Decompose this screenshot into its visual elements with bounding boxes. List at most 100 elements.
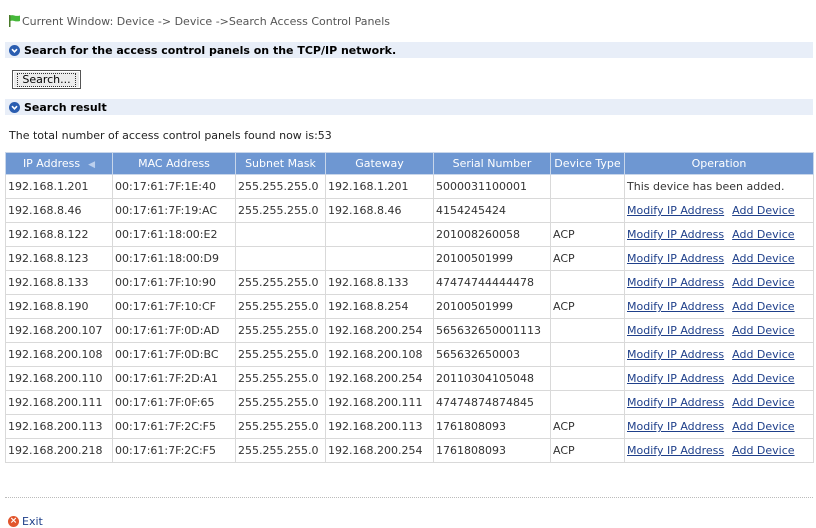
exit-link[interactable]: × Exit bbox=[8, 515, 43, 528]
table-row: 192.168.200.113 00:17:61:7F:2C:F5 255.255.… bbox=[5, 414, 814, 439]
cell-gateway: 192.168.200.254 bbox=[325, 438, 434, 463]
cell-mac: 00:17:61:7F:2D:A1 bbox=[112, 366, 236, 391]
modify-ip-link[interactable]: Modify IP Address bbox=[627, 444, 724, 457]
col-header-ip[interactable]: IP Address ◀ bbox=[5, 152, 113, 175]
add-device-link[interactable]: Add Device bbox=[732, 300, 794, 313]
cell-operation: Modify IP Address Add Device bbox=[624, 366, 814, 391]
cell-mask: 255.255.255.0 bbox=[235, 294, 326, 319]
chevron-down-circle-icon bbox=[9, 44, 20, 56]
cell-serial: 20110304105048 bbox=[433, 366, 551, 391]
table-row: 192.168.200.218 00:17:61:7F:2C:F5 255.255.… bbox=[5, 438, 814, 463]
cell-mac: 00:17:61:7F:10:CF bbox=[112, 294, 236, 319]
cell-operation: Modify IP Address Add Device bbox=[624, 246, 814, 271]
cell-mask: 255.255.255.0 bbox=[235, 342, 326, 367]
cell-ip: 192.168.8.122 bbox=[5, 222, 113, 247]
cell-ip: 192.168.200.111 bbox=[5, 390, 113, 415]
cell-mask: 255.255.255.0 bbox=[235, 414, 326, 439]
table-row: 192.168.200.107 00:17:61:7F:0D:AD 255.255.… bbox=[5, 318, 814, 343]
modify-ip-link[interactable]: Modify IP Address bbox=[627, 204, 724, 217]
search-button[interactable]: Search... bbox=[12, 70, 81, 89]
cell-device-type: ACP bbox=[550, 294, 625, 319]
cell-gateway: 192.168.200.113 bbox=[325, 414, 434, 439]
cell-mac: 00:17:61:7F:2C:F5 bbox=[112, 414, 236, 439]
add-device-link[interactable]: Add Device bbox=[732, 348, 794, 361]
add-device-link[interactable]: Add Device bbox=[732, 228, 794, 241]
cell-operation: This device has been added. bbox=[624, 174, 814, 199]
col-header-type[interactable]: Device Type bbox=[550, 152, 625, 175]
cell-mask bbox=[235, 222, 326, 247]
cell-serial: 5000031100001 bbox=[433, 174, 551, 199]
flag-icon bbox=[9, 15, 20, 27]
modify-ip-link[interactable]: Modify IP Address bbox=[627, 348, 724, 361]
modify-ip-link[interactable]: Modify IP Address bbox=[627, 228, 724, 241]
add-device-link[interactable]: Add Device bbox=[732, 324, 794, 337]
cell-operation: Modify IP Address Add Device bbox=[624, 198, 814, 223]
cell-gateway: 192.168.200.111 bbox=[325, 390, 434, 415]
search-section-header: Search for the access control panels on … bbox=[5, 42, 813, 58]
cell-mac: 00:17:61:7F:10:90 bbox=[112, 270, 236, 295]
cell-serial: 20100501999 bbox=[433, 246, 551, 271]
add-device-link[interactable]: Add Device bbox=[732, 204, 794, 217]
cell-serial: 565632650001113 bbox=[433, 318, 551, 343]
col-header-gateway[interactable]: Gateway bbox=[325, 152, 434, 175]
cell-device-type: ACP bbox=[550, 246, 625, 271]
cell-ip: 192.168.8.123 bbox=[5, 246, 113, 271]
cell-gateway: 192.168.8.133 bbox=[325, 270, 434, 295]
table-row: 192.168.200.111 00:17:61:7F:0F:65 255.255.… bbox=[5, 390, 814, 415]
cell-gateway: 192.168.8.46 bbox=[325, 198, 434, 223]
sort-arrow-icon: ◀ bbox=[88, 160, 96, 170]
result-count: The total number of access control panel… bbox=[9, 129, 332, 142]
cell-ip: 192.168.200.110 bbox=[5, 366, 113, 391]
cell-serial: 47474744444478 bbox=[433, 270, 551, 295]
col-header-mac[interactable]: MAC Address bbox=[112, 152, 236, 175]
col-header-mask[interactable]: Subnet Mask bbox=[235, 152, 326, 175]
cell-mask: 255.255.255.0 bbox=[235, 270, 326, 295]
cell-mask: 255.255.255.0 bbox=[235, 438, 326, 463]
cell-serial: 4154245424 bbox=[433, 198, 551, 223]
cell-ip: 192.168.8.46 bbox=[5, 198, 113, 223]
cell-device-type bbox=[550, 174, 625, 199]
cell-device-type bbox=[550, 366, 625, 391]
modify-ip-link[interactable]: Modify IP Address bbox=[627, 252, 724, 265]
add-device-link[interactable]: Add Device bbox=[732, 444, 794, 457]
col-header-serial[interactable]: Serial Number bbox=[433, 152, 551, 175]
cell-serial: 565632650003 bbox=[433, 342, 551, 367]
cell-gateway: 192.168.1.201 bbox=[325, 174, 434, 199]
cell-operation: Modify IP Address Add Device bbox=[624, 414, 814, 439]
cell-device-type bbox=[550, 318, 625, 343]
search-section-title: Search for the access control panels on … bbox=[24, 43, 397, 57]
cell-device-type bbox=[550, 198, 625, 223]
add-device-link[interactable]: Add Device bbox=[732, 372, 794, 385]
add-device-link[interactable]: Add Device bbox=[732, 420, 794, 433]
breadcrumb: Current Window: Device -> Device ->Searc… bbox=[8, 13, 808, 29]
modify-ip-link[interactable]: Modify IP Address bbox=[627, 300, 724, 313]
add-device-link[interactable]: Add Device bbox=[732, 252, 794, 265]
cell-operation: Modify IP Address Add Device bbox=[624, 390, 814, 415]
cell-gateway: 192.168.8.254 bbox=[325, 294, 434, 319]
cell-mask: 255.255.255.0 bbox=[235, 390, 326, 415]
cell-ip: 192.168.200.107 bbox=[5, 318, 113, 343]
cell-device-type: ACP bbox=[550, 438, 625, 463]
cell-ip: 192.168.1.201 bbox=[5, 174, 113, 199]
cell-mac: 00:17:61:7F:0D:BC bbox=[112, 342, 236, 367]
modify-ip-link[interactable]: Modify IP Address bbox=[627, 420, 724, 433]
cell-operation: Modify IP Address Add Device bbox=[624, 318, 814, 343]
col-header-operation[interactable]: Operation bbox=[624, 152, 814, 175]
exit-icon: × bbox=[8, 516, 19, 527]
cell-gateway: 192.168.200.254 bbox=[325, 366, 434, 391]
modify-ip-link[interactable]: Modify IP Address bbox=[627, 276, 724, 289]
cell-operation: Modify IP Address Add Device bbox=[624, 294, 814, 319]
add-device-link[interactable]: Add Device bbox=[732, 396, 794, 409]
add-device-link[interactable]: Add Device bbox=[732, 276, 794, 289]
cell-mac: 00:17:61:18:00:D9 bbox=[112, 246, 236, 271]
modify-ip-link[interactable]: Modify IP Address bbox=[627, 396, 724, 409]
modify-ip-link[interactable]: Modify IP Address bbox=[627, 324, 724, 337]
cell-mask: 255.255.255.0 bbox=[235, 174, 326, 199]
modify-ip-link[interactable]: Modify IP Address bbox=[627, 372, 724, 385]
cell-device-type bbox=[550, 390, 625, 415]
search-button-label: Search... bbox=[17, 72, 76, 87]
cell-ip: 192.168.8.133 bbox=[5, 270, 113, 295]
cell-mask: 255.255.255.0 bbox=[235, 198, 326, 223]
table-row: 192.168.1.201 00:17:61:7F:1E:40 255.255.25… bbox=[5, 174, 814, 199]
table-row: 192.168.8.123 00:17:61:18:00:D9 2010050199… bbox=[5, 246, 814, 271]
